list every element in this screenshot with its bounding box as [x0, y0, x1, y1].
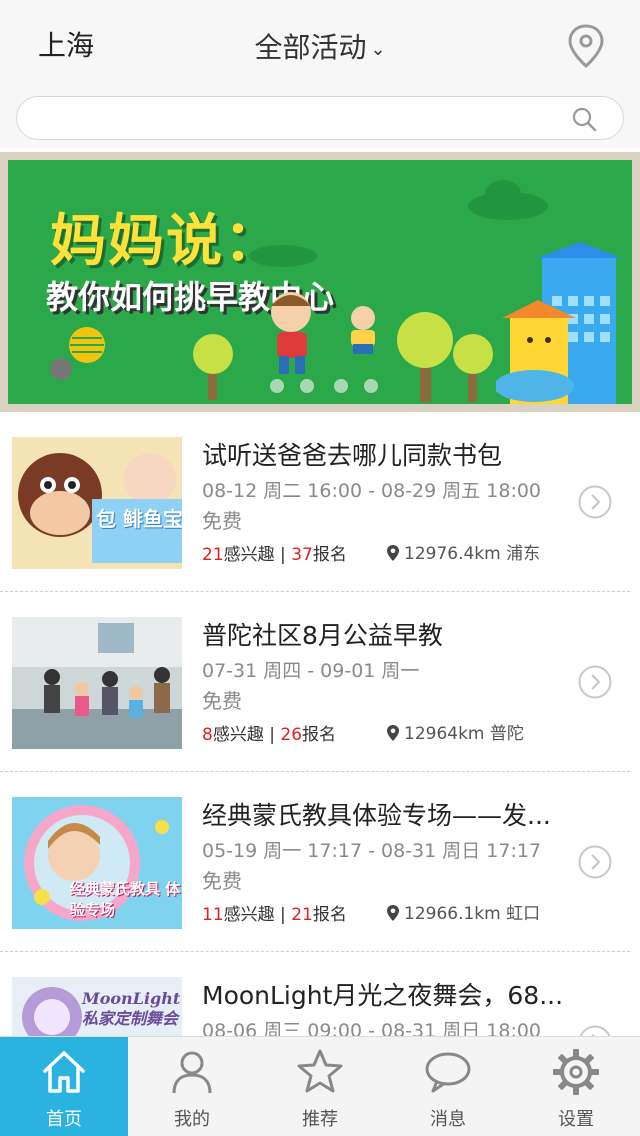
- event-title: 经典蒙氏教具体验专场——发...: [202, 801, 551, 830]
- event-title: 试听送爸爸去哪儿同款书包: [202, 441, 503, 470]
- thumbnail-text: MoonLight 私家定制舞会: [82, 989, 181, 1028]
- stats-separator: |: [280, 545, 286, 565]
- event-distance: 12976.4km 浦东: [386, 539, 540, 564]
- tab-home[interactable]: 首页: [0, 1037, 128, 1136]
- event-distance: 12966.1km 虹口: [386, 899, 540, 924]
- banner-image: 妈妈说： 教你如何挑早教中心: [8, 160, 632, 404]
- location-pin-icon: [387, 725, 399, 741]
- category-label: 全部活动: [254, 31, 367, 64]
- event-price: 免费: [202, 509, 242, 533]
- location-pin-icon: [387, 905, 399, 921]
- tab-label: 首页: [46, 1109, 82, 1130]
- promo-banner[interactable]: 妈妈说： 教你如何挑早教中心: [0, 152, 640, 412]
- signup-count: 21: [291, 905, 313, 925]
- chevron-right-circle-icon[interactable]: [578, 845, 612, 879]
- tab-label: 我的: [174, 1109, 210, 1130]
- page-dot[interactable]: [270, 379, 284, 393]
- event-list-item[interactable]: 普陀社区8月公益早教 07-31 周四 - 09-01 周一 免费 8感兴趣 |…: [0, 592, 630, 772]
- tab-label: 设置: [558, 1109, 594, 1130]
- stats-separator: |: [280, 905, 286, 925]
- user-icon: [172, 1051, 212, 1094]
- event-title: MoonLight月光之夜舞会，68...: [202, 981, 564, 1010]
- distance-text: 12964km 普陀: [404, 724, 524, 744]
- thumbnail-text: 包 鲱鱼宝: [96, 507, 182, 531]
- event-list-item[interactable]: 包 鲱鱼宝 试听送爸爸去哪儿同款书包 08-12 周二 16:00 - 08-2…: [0, 412, 630, 592]
- event-thumbnail: 经典蒙氏教具 体验专场: [12, 797, 182, 929]
- interested-label: 感兴趣: [223, 905, 275, 925]
- search-box: [16, 96, 624, 140]
- event-stats: 21感兴趣 | 37报名: [202, 540, 347, 565]
- page-dot[interactable]: [364, 379, 378, 393]
- event-price: 免费: [202, 689, 242, 713]
- event-price: 免费: [202, 869, 242, 893]
- home-icon: [43, 1051, 85, 1093]
- map-pin-icon[interactable]: [564, 22, 608, 70]
- tab-label: 推荐: [302, 1109, 338, 1130]
- top-header: 上海 全部活动 ⌄: [0, 0, 640, 88]
- cloud-icon: [468, 180, 548, 220]
- bottom-tab-bar: 首页 我的 推荐 消息 设置: [0, 1036, 640, 1136]
- event-time: 05-19 周一 17:17 - 08-31 周日 17:17: [202, 840, 542, 862]
- interested-label: 感兴趣: [212, 725, 264, 745]
- location-pin-icon: [387, 545, 399, 561]
- tab-settings[interactable]: 设置: [512, 1037, 640, 1136]
- interested-label: 感兴趣: [223, 545, 275, 565]
- event-stats: 8感兴趣 | 26报名: [202, 720, 336, 745]
- tree-illustration: [453, 334, 493, 402]
- chevron-right-circle-icon[interactable]: [578, 485, 612, 519]
- banner-title: 妈妈说：: [50, 209, 282, 274]
- chat-bubble-icon: [425, 1052, 471, 1093]
- event-distance: 12964km 普陀: [386, 719, 524, 744]
- star-icon: [297, 1049, 343, 1093]
- page-dot-active[interactable]: [300, 379, 314, 393]
- event-thumbnail: 包 鲱鱼宝: [12, 437, 182, 569]
- event-title: 普陀社区8月公益早教: [202, 621, 443, 650]
- child-illustration: [351, 306, 375, 354]
- interested-count: 21: [202, 545, 224, 565]
- signup-label: 报名: [312, 905, 347, 925]
- tab-recommend[interactable]: 推荐: [256, 1037, 384, 1136]
- signup-label: 报名: [302, 725, 337, 745]
- event-list-item[interactable]: 经典蒙氏教具 体验专场 经典蒙氏教具体验专场——发... 05-19 周一 17…: [0, 772, 630, 952]
- tab-label: 消息: [430, 1109, 466, 1130]
- signup-count: 26: [280, 725, 303, 745]
- child-illustration: [271, 292, 311, 374]
- event-time: 07-31 周四 - 09-01 周一: [202, 660, 420, 682]
- event-time: 08-12 周二 16:00 - 08-29 周五 18:00: [202, 480, 542, 502]
- event-thumbnail: [12, 617, 182, 749]
- tab-mine[interactable]: 我的: [128, 1037, 256, 1136]
- decorative-circle: [50, 358, 72, 380]
- signup-label: 报名: [312, 545, 347, 565]
- search-icon[interactable]: [571, 106, 597, 132]
- signup-count: 37: [291, 545, 313, 565]
- interested-count: 8: [202, 725, 213, 745]
- search-bar-container: [0, 88, 640, 148]
- distance-text: 12966.1km 虹口: [404, 904, 541, 924]
- gear-icon: [553, 1049, 599, 1095]
- search-input[interactable]: [35, 103, 555, 133]
- tree-illustration: [193, 334, 233, 400]
- interested-count: 11: [202, 905, 224, 925]
- chevron-right-circle-icon[interactable]: [578, 665, 612, 699]
- category-dropdown[interactable]: 全部活动 ⌄: [0, 26, 640, 66]
- page-dot[interactable]: [334, 379, 348, 393]
- event-stats: 11感兴趣 | 21报名: [202, 900, 347, 925]
- tab-messages[interactable]: 消息: [384, 1037, 512, 1136]
- event-list: 包 鲱鱼宝 试听送爸爸去哪儿同款书包 08-12 周二 16:00 - 08-2…: [0, 412, 640, 1132]
- chevron-down-icon: ⌄: [370, 38, 386, 60]
- stats-separator: |: [269, 725, 275, 745]
- distance-text: 12976.4km 浦东: [404, 544, 541, 564]
- thumbnail-text: 经典蒙氏教具 体验专场: [70, 880, 181, 919]
- building-illustration: [496, 242, 622, 404]
